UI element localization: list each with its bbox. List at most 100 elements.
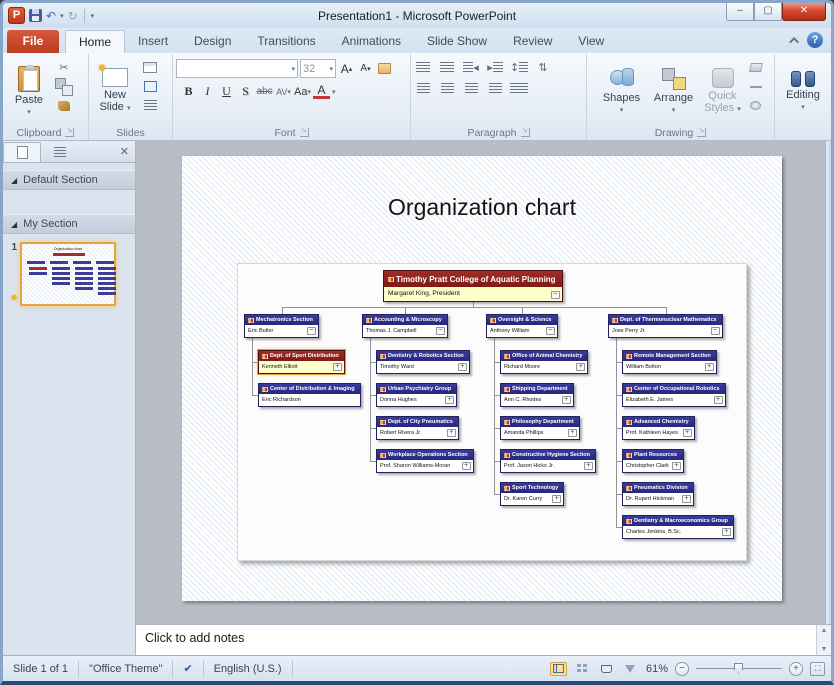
org-box[interactable]: Advanced ChemistryProf. Kathleen Hayes+ (622, 416, 695, 440)
tab-transitions[interactable]: Transitions (244, 30, 328, 53)
expand-toggle[interactable]: + (458, 363, 467, 371)
zoom-out-button[interactable]: − (675, 662, 689, 676)
zoom-level[interactable]: 61% (646, 663, 668, 675)
slide-indicator[interactable]: Slide 1 of 1 (3, 661, 79, 677)
arrange-button[interactable]: Arrange▾ (649, 56, 699, 125)
expand-toggle[interactable]: + (568, 429, 577, 437)
org-box[interactable]: Pneumatics DivisionDr. Rupert Hickman+ (622, 482, 694, 506)
org-box[interactable]: Oversight & ScienceAnthony William− (486, 314, 558, 338)
vertical-scrollbar[interactable] (825, 141, 831, 624)
font-family-combo[interactable]: ▾ (176, 59, 298, 78)
shapes-button[interactable]: Shapes▾ (597, 56, 647, 125)
new-slide-button[interactable]: NewSlide ▾ (92, 56, 138, 125)
collapse-toggle[interactable]: − (436, 327, 445, 335)
org-box[interactable]: Accounting & MicroscopyThomas J. Campbel… (362, 314, 448, 338)
tab-view[interactable]: View (565, 30, 617, 53)
maximize-button[interactable]: ▢ (754, 3, 782, 21)
zoom-slider-thumb[interactable] (734, 663, 743, 674)
org-box[interactable]: Dentistry & Robotics SectionTimothy Ward… (376, 350, 470, 374)
section-header-default[interactable]: ◢ Default Section (3, 170, 135, 190)
language-indicator[interactable]: English (U.S.) (204, 661, 293, 677)
tab-home[interactable]: Home (65, 30, 125, 53)
paragraph-dialog-launcher-icon[interactable]: ↘ (521, 128, 530, 137)
text-shadow-button[interactable]: S (237, 83, 254, 100)
shape-effects-button[interactable] (747, 98, 765, 113)
org-box[interactable]: Mechatronics SectionEric Butler− (244, 314, 319, 338)
increase-indent-button[interactable]: ▸ (486, 60, 504, 75)
paste-dropdown-arrow[interactable]: ▾ (27, 108, 31, 116)
font-color-dropdown-arrow[interactable]: ▾ (332, 88, 336, 96)
cut-button[interactable]: ✂ (55, 60, 73, 75)
org-box[interactable]: Philosophy DepartmentAmanda Phillips+ (500, 416, 580, 440)
layout-button[interactable] (141, 60, 159, 75)
section-collapse-icon[interactable]: ◢ (11, 220, 17, 229)
title-bar[interactable]: P ↶▾ ↻ ▾ Presentation1 - Microsoft Power… (3, 3, 831, 28)
line-spacing-button[interactable]: ↕ (510, 60, 528, 75)
expand-toggle[interactable]: + (447, 429, 456, 437)
shape-fill-button[interactable] (747, 60, 765, 75)
decrease-indent-button[interactable]: ◂ (462, 60, 480, 75)
text-direction-button[interactable]: ⇅ (534, 60, 552, 75)
theme-indicator[interactable]: "Office Theme" (79, 661, 173, 677)
org-box[interactable]: Urban Psychiatry GroupDonna Hughes+ (376, 383, 457, 407)
section-button[interactable] (141, 98, 159, 113)
numbering-button[interactable] (438, 60, 456, 75)
quick-styles-button[interactable]: QuickStyles ▾ (701, 56, 745, 125)
editing-button[interactable]: Editing▾ (780, 56, 826, 125)
expand-toggle[interactable]: + (722, 528, 731, 536)
org-box[interactable]: Constructive Hygiene SectionProf. Jason … (500, 449, 596, 473)
expand-toggle[interactable]: + (714, 396, 723, 404)
columns-button[interactable] (510, 81, 528, 96)
zoom-slider[interactable] (696, 668, 782, 669)
scroll-down-icon[interactable]: ▼ (821, 646, 828, 653)
justify-button[interactable] (486, 81, 504, 96)
org-box[interactable]: Dept. of City PneumaticsRobert Rivera Jr… (376, 416, 459, 440)
org-box[interactable]: Office of Animal ChemistryRichard Moore+ (500, 350, 588, 374)
expand-toggle[interactable]: + (462, 462, 471, 470)
tab-animations[interactable]: Animations (329, 30, 414, 53)
tab-insert[interactable]: Insert (125, 30, 181, 53)
drawing-dialog-launcher-icon[interactable]: ↘ (697, 128, 706, 137)
org-box[interactable]: Timothy Pratt College of Aquatic Plannin… (383, 270, 563, 302)
fit-to-window-button[interactable]: ⛶ (810, 662, 825, 676)
clipboard-dialog-launcher-icon[interactable]: ↘ (65, 128, 74, 137)
expand-toggle[interactable]: + (562, 396, 571, 404)
expand-toggle[interactable]: + (333, 363, 342, 371)
strikethrough-button[interactable]: abc (256, 83, 273, 100)
slide-sorter-button[interactable] (574, 662, 591, 676)
org-box[interactable]: Dentistry & Macroeconomics GroupCharles … (622, 515, 734, 539)
tab-slide-show[interactable]: Slide Show (414, 30, 500, 53)
section-header-my-section[interactable]: ◢ My Section (3, 214, 135, 234)
org-box[interactable]: Sport TechnologyDr. Karen Curry+ (500, 482, 564, 506)
expand-toggle[interactable]: + (672, 462, 681, 470)
bold-button[interactable]: B (180, 83, 197, 100)
slide-canvas[interactable]: Organization chart Timothy Pratt College… (182, 156, 782, 601)
notes-pane[interactable]: Click to add notes ▲▼ (136, 624, 831, 655)
scroll-up-icon[interactable]: ▲ (821, 627, 828, 634)
collapse-toggle[interactable]: − (307, 327, 316, 335)
align-center-button[interactable] (438, 81, 456, 96)
org-box[interactable]: Dept. of Thermonuclear MathematicsJose P… (608, 314, 723, 338)
clear-formatting-button[interactable] (376, 60, 393, 77)
tab-review[interactable]: Review (500, 30, 565, 53)
expand-toggle[interactable]: + (445, 396, 454, 404)
collapse-toggle[interactable]: − (551, 291, 560, 299)
align-left-button[interactable] (414, 81, 432, 96)
bullets-button[interactable] (414, 60, 432, 75)
normal-view-button[interactable] (550, 662, 567, 676)
tab-design[interactable]: Design (181, 30, 244, 53)
org-box[interactable]: Center of Occupational RoboticsElizabeth… (622, 383, 726, 407)
org-box[interactable]: Workplace Operations SectionProf. Sharon… (376, 449, 474, 473)
expand-toggle[interactable]: + (576, 363, 585, 371)
slide-editing-area[interactable]: Organization chart Timothy Pratt College… (136, 141, 831, 624)
expand-toggle[interactable]: + (683, 429, 692, 437)
format-painter-button[interactable] (55, 98, 73, 113)
expand-toggle[interactable]: + (584, 462, 593, 470)
copy-button[interactable] (55, 79, 73, 94)
minimize-button[interactable]: – (726, 3, 754, 21)
slide-thumbnail[interactable]: Organization chart ✹ (20, 242, 116, 306)
slides-tab[interactable] (3, 142, 41, 162)
notes-scrollbar[interactable]: ▲▼ (816, 625, 831, 655)
font-size-combo[interactable]: 32▾ (300, 59, 336, 78)
expand-toggle[interactable]: + (682, 495, 691, 503)
